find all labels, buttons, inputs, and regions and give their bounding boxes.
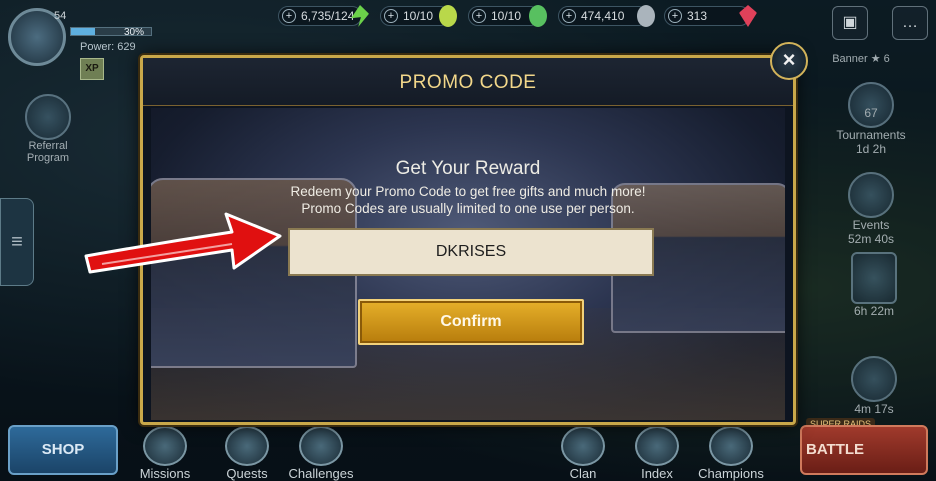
arena-token-resource[interactable]: + 10/10 [380, 5, 457, 27]
energy-resource[interactable]: + 6,735/124 [278, 5, 369, 27]
close-icon[interactable]: × [770, 42, 808, 80]
challenges-icon [299, 426, 343, 466]
index-label: Index [641, 466, 673, 481]
tag-arena-token-icon [529, 5, 547, 27]
reward-description-1: Redeem your Promo Code to get free gifts… [290, 184, 646, 199]
quests-button[interactable]: Quests [212, 426, 282, 481]
clan-icon [561, 426, 605, 466]
shop-button[interactable]: SHOP [8, 425, 118, 475]
chat-icon[interactable]: … [892, 6, 928, 40]
stash-button[interactable]: 6h 22m [836, 252, 912, 318]
xp-badge: XP [80, 58, 104, 80]
hourglass-timer: 4m 17s [854, 402, 894, 416]
index-icon [635, 426, 679, 466]
silver-value: 474,410 [581, 9, 625, 23]
gem-resource[interactable]: + 313 [664, 5, 757, 27]
events-icon [848, 172, 894, 218]
arena-token-value: 10/10 [403, 9, 434, 23]
battle-label: BATTLE [806, 441, 865, 458]
battle-button[interactable]: BATTLE [800, 425, 928, 475]
champions-icon [709, 426, 753, 466]
tournaments-count: 67 [864, 106, 878, 120]
stash-icon [851, 252, 897, 304]
xp-progress-fill [71, 28, 95, 35]
silver-resource[interactable]: + 474,410 [558, 5, 655, 27]
energy-value: 6,735/124 [301, 9, 355, 23]
tournaments-label: Tournaments [836, 128, 906, 142]
events-label: Events [852, 218, 890, 232]
plus-icon[interactable]: + [562, 9, 576, 23]
xp-percent: 30% [124, 27, 145, 38]
referral-label: Referral Program [26, 140, 70, 164]
reward-subtitle: Get Your Reward [395, 158, 541, 179]
hourglass-icon [851, 356, 897, 402]
banner-label[interactable]: Banner ★ 6 [816, 52, 906, 65]
menu-icon[interactable]: ≡ [0, 198, 34, 286]
plus-icon[interactable]: + [282, 9, 296, 23]
tournaments-icon [848, 82, 894, 128]
player-level: 54 [54, 10, 67, 22]
promo-code-input[interactable]: DKRISES [288, 228, 654, 276]
silver-coin-icon [637, 5, 655, 27]
confirm-button[interactable]: Confirm [358, 299, 584, 345]
arena-token-icon [439, 5, 457, 27]
referral-icon [25, 94, 71, 140]
shop-cart-icon[interactable]: ▣ [832, 6, 868, 40]
tag-arena-token-value: 10/10 [491, 9, 522, 23]
plus-icon[interactable]: + [384, 9, 398, 23]
plus-icon[interactable]: + [668, 9, 682, 23]
plus-icon[interactable]: + [472, 9, 486, 23]
stash-timer: 6h 22m [853, 304, 895, 318]
missions-label: Missions [139, 466, 191, 481]
hourglass-button[interactable]: 4m 17s [836, 356, 912, 416]
challenges-button[interactable]: Challenges [284, 426, 358, 481]
player-power: Power: 629 [80, 41, 136, 53]
events-timer: 52m 40s [847, 232, 895, 246]
dialog-title: PROMO CODE [143, 58, 793, 106]
tournaments-timer: 1d 2h [855, 142, 887, 156]
tournaments-button[interactable]: 67 Tournaments 1d 2h [826, 82, 916, 156]
clan-label: Clan [569, 466, 597, 481]
missions-button[interactable]: Missions [130, 426, 200, 481]
referral-program-button[interactable]: Referral Program [18, 94, 78, 164]
quests-icon [225, 426, 269, 466]
challenges-label: Challenges [288, 466, 354, 481]
red-arrow-icon [84, 212, 282, 274]
index-button[interactable]: Index [622, 426, 692, 481]
quests-label: Quests [226, 466, 268, 481]
gem-value: 313 [687, 9, 708, 23]
tag-arena-token-resource[interactable]: + 10/10 [468, 5, 547, 27]
champions-button[interactable]: Champions [696, 426, 766, 481]
champions-label: Champions [698, 466, 764, 481]
clan-button[interactable]: Clan [548, 426, 618, 481]
missions-icon [143, 426, 187, 466]
events-button[interactable]: Events 52m 40s [826, 172, 916, 246]
